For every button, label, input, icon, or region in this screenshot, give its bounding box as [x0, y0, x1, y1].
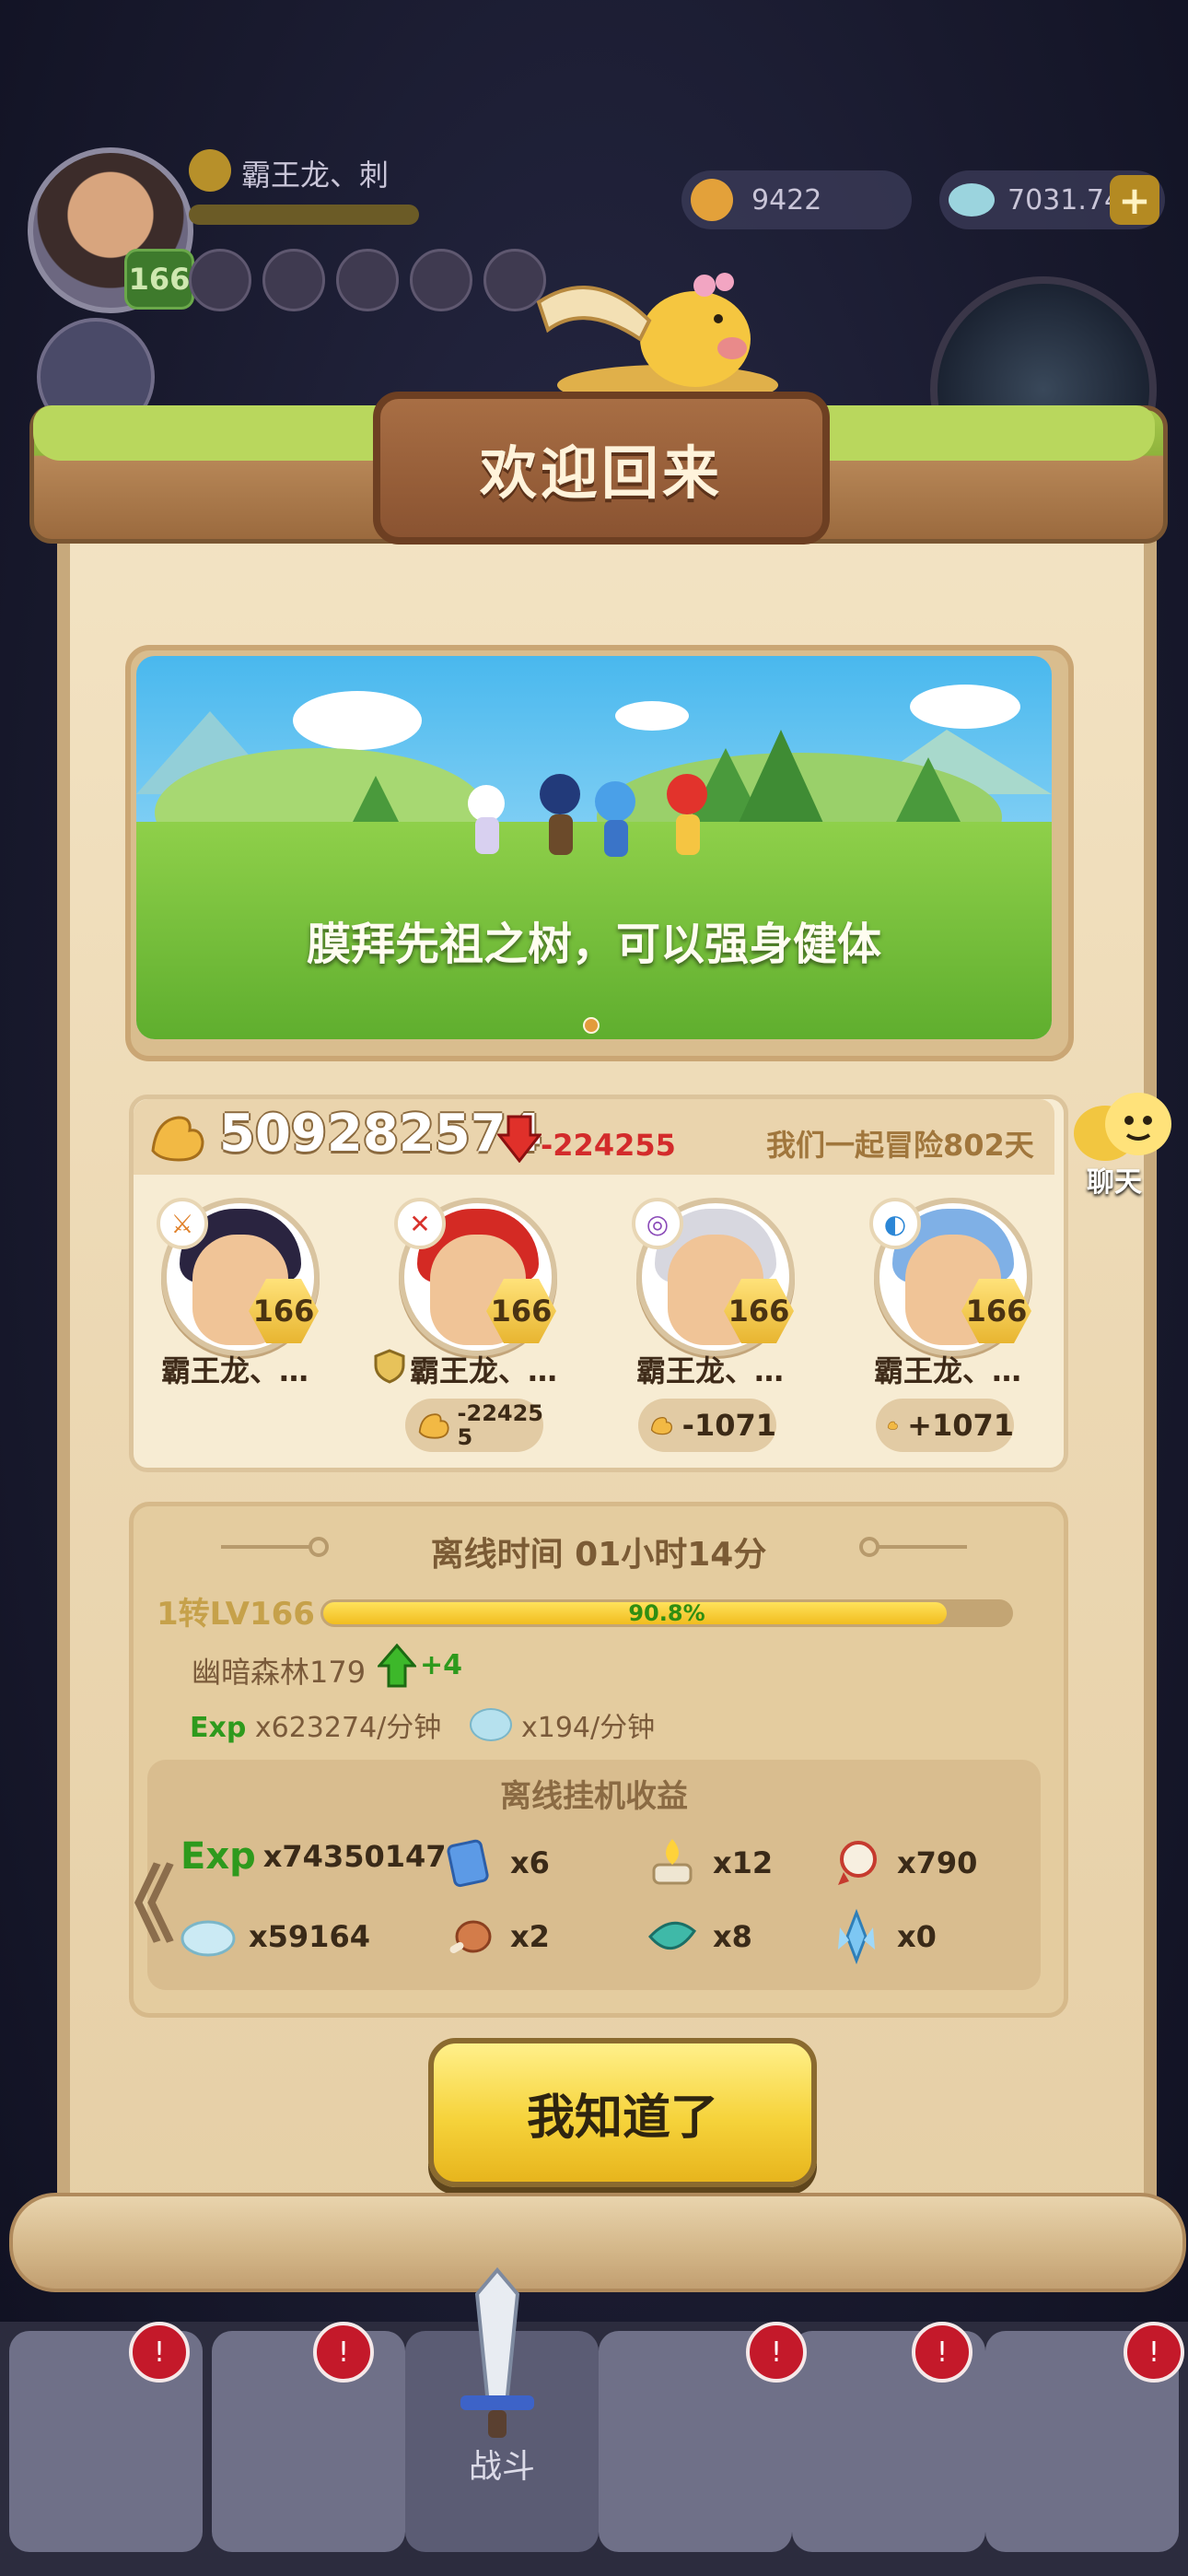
reward-item: x6: [442, 1835, 550, 1891]
dialog-title: 欢迎回来: [479, 439, 723, 507]
reward-count: x6: [510, 1845, 550, 1880]
team-power-change: -224255: [541, 1128, 676, 1163]
reward-item: x790: [829, 1835, 977, 1891]
previous-chevron-icon[interactable]: 《: [92, 1838, 175, 1958]
muscle-icon: [151, 1116, 204, 1162]
notification-bell-icon: !: [746, 2322, 807, 2383]
zone-delta: +4: [420, 1649, 463, 1681]
confirm-button-label: 我知道了: [526, 2090, 718, 2146]
heart-icon[interactable]: [336, 249, 399, 311]
player-exp-bar: [189, 205, 419, 225]
chat-label[interactable]: 聊天: [1087, 1159, 1142, 1200]
gem-rate-row: x194/分钟: [470, 1704, 655, 1745]
notification-bell-icon: !: [1124, 2322, 1184, 2383]
muscle-icon: [650, 1417, 673, 1435]
crystal-leaf-icon: [647, 1921, 697, 1950]
hero-power-change-value: +1071: [907, 1408, 1014, 1443]
banner-page-indicator[interactable]: [583, 1017, 600, 1034]
zone-name: 幽暗森林179: [192, 1655, 367, 1690]
hero-power-change-value: -1071: [681, 1408, 776, 1443]
buff-icon[interactable]: [189, 249, 251, 311]
reward-item: x0: [829, 1909, 937, 1964]
gem-icon: [470, 1708, 512, 1741]
add-gems-button[interactable]: +: [1110, 175, 1159, 225]
offline-rewards-title: 离线挂机收益: [500, 1778, 688, 1815]
flame-altar-icon: [652, 1839, 693, 1885]
xp-progress-percent: 90.8%: [628, 1600, 705, 1626]
meat-icon: [449, 1920, 492, 1953]
reward-item: Exp x74350147: [181, 1835, 447, 1878]
coin-icon: [691, 179, 733, 221]
rebirth-level: 1转LV166: [157, 1596, 315, 1633]
ice-crystal-icon: [838, 1909, 875, 1964]
notification-bell-icon: !: [129, 2322, 190, 2383]
sword-icon: [460, 2266, 534, 2438]
nav-battle-label: 战斗: [468, 2448, 535, 2486]
hero-power-change: +1071: [876, 1399, 1014, 1452]
exp-icon: Exp: [181, 1835, 256, 1878]
horn-bird-mascot-icon: [536, 273, 778, 404]
reward-item: x2: [442, 1909, 550, 1964]
hero-power-change-line2: 5: [457, 1424, 473, 1450]
arrow-down-icon: [497, 1115, 542, 1163]
hero-name: 霸王龙、…: [873, 1353, 1021, 1388]
buff-icon[interactable]: [262, 249, 325, 311]
buff-icon[interactable]: [410, 249, 472, 311]
reward-item: x8: [645, 1909, 752, 1964]
gem-rate: x194/分钟: [521, 1712, 656, 1744]
team-power-value: 509282574: [219, 1104, 542, 1164]
muscle-icon: [887, 1421, 898, 1430]
muscle-icon: [418, 1413, 449, 1439]
reward-count: x8: [713, 1919, 752, 1954]
nav-tab-heroes[interactable]: [212, 2331, 405, 2552]
exp-icon: Exp: [190, 1712, 247, 1744]
hero-power-change: -22425 5: [405, 1399, 543, 1452]
coin-value: 9422: [751, 183, 822, 217]
reward-count: x790: [897, 1845, 978, 1880]
banner-caption: 膜拜先祖之树，可以强身健体: [306, 919, 881, 970]
notification-bell-icon: !: [313, 2322, 374, 2383]
gem-icon: [181, 1920, 236, 1957]
hero-name: 霸王龙、…: [409, 1353, 557, 1388]
offline-time: 离线时间 01小时14分: [430, 1536, 767, 1574]
reward-count: x12: [713, 1845, 774, 1880]
adventure-days-text: 我们一起冒险802天: [766, 1128, 1034, 1163]
guild-icon: [189, 149, 231, 192]
reward-count: x2: [510, 1919, 550, 1954]
coin-counter: 9422: [681, 170, 912, 229]
player-name: 霸王龙、刺: [241, 158, 390, 193]
arrow-up-icon: [378, 1644, 416, 1688]
player-level-badge: 166: [124, 249, 194, 310]
tip-banner-image[interactable]: [136, 656, 1052, 1039]
reward-count: x0: [897, 1919, 937, 1954]
berserker-class-icon: ✕: [394, 1198, 446, 1249]
exp-rate-row: Exp x623274/分钟: [190, 1704, 441, 1745]
mage-class-icon: ◎: [632, 1198, 683, 1249]
confirm-button[interactable]: 我知道了: [428, 2038, 817, 2187]
support-class-icon: ◐: [869, 1198, 921, 1249]
hero-name: 霸王龙、…: [160, 1353, 309, 1388]
reward-item: x12: [645, 1835, 773, 1891]
exp-rate: x623274/分钟: [254, 1712, 442, 1744]
reward-count: x59164: [249, 1919, 370, 1954]
notification-bell-icon: !: [912, 2322, 973, 2383]
medal-icon: [838, 1841, 877, 1885]
title-plaque: 欢迎回来: [373, 392, 830, 544]
reward-count: x74350147: [262, 1839, 447, 1874]
hero-name: 霸王龙、…: [635, 1353, 784, 1388]
warrior-class-icon: ⚔: [157, 1198, 208, 1249]
hero-power-change-line1: -22425: [457, 1400, 543, 1426]
scroll-footer: [9, 2193, 1186, 2292]
gem-icon: [949, 183, 995, 217]
scroll-card-icon: [447, 1839, 489, 1888]
reward-item: x59164: [181, 1909, 370, 1964]
hero-power-change: -1071: [638, 1399, 776, 1452]
